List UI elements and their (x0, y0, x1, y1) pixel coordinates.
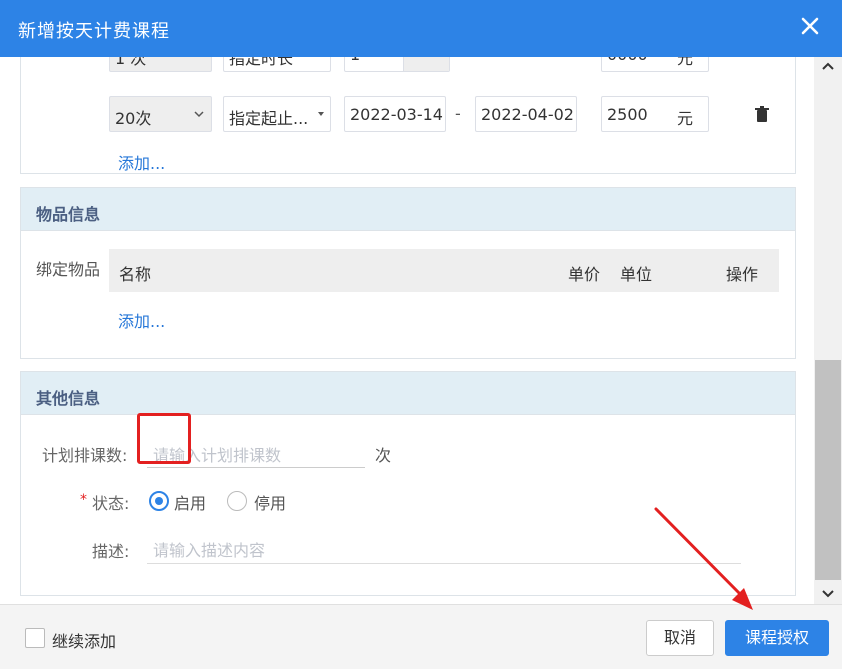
goods-section-header: 物品信息 (21, 188, 795, 231)
mode-select[interactable]: 指定起止... (223, 96, 331, 132)
dialog-footer: 继续添加 取消 课程授权 (0, 604, 842, 669)
scroll-down-icon[interactable] (820, 585, 836, 601)
add-price-link[interactable]: 添加... (118, 150, 165, 174)
duration-stepper[interactable] (403, 57, 449, 71)
goods-section-title: 物品信息 (36, 205, 101, 224)
close-icon[interactable] (798, 14, 822, 38)
status-enable-radio[interactable] (149, 491, 169, 511)
end-date-input[interactable]: 2022-04-02 (475, 96, 577, 132)
highlight-box (137, 413, 191, 464)
plan-count-label: 计划排课数: (42, 446, 128, 465)
description-input[interactable]: 请输入描述内容 (147, 528, 741, 564)
start-date-input[interactable]: 2022-03-14 (344, 96, 446, 132)
price-input[interactable]: 0000 元 (601, 57, 709, 72)
count-select[interactable]: 1 次 (109, 57, 212, 72)
other-section-header: 其他信息 (21, 372, 795, 415)
dialog-titlebar: 新增按天计费课程 (0, 0, 842, 57)
column-header-action: 操作 (726, 265, 759, 284)
cancel-button[interactable]: 取消 (646, 620, 714, 656)
other-info-panel: 其他信息 计划排课数: 请输入计划排课数 次 * 状态: 启用 停用 描述: 请… (20, 371, 796, 596)
required-mark: * (80, 492, 87, 508)
status-disable-radio[interactable] (227, 491, 247, 511)
add-goods-link[interactable]: 添加... (118, 308, 165, 332)
date-separator: - (455, 104, 461, 123)
continue-add-label[interactable]: 继续添加 (52, 628, 116, 652)
price-panel: 1 次 指定时长 1 0000 元 20次 指定起止... (20, 57, 796, 174)
scrollbar-thumb[interactable] (815, 360, 841, 580)
price-value: 0000 (607, 57, 648, 64)
other-section-title: 其他信息 (36, 389, 101, 408)
mode-value: 指定起止... (229, 109, 309, 128)
price-unit: 元 (677, 57, 694, 68)
description-label: 描述: (92, 542, 130, 561)
caret-down-icon (318, 112, 324, 116)
course-authorize-button[interactable]: 课程授权 (725, 620, 829, 656)
duration-value: 1 (350, 57, 360, 64)
bind-goods-label: 绑定物品 (36, 260, 101, 279)
trash-icon[interactable] (754, 106, 770, 124)
end-date-value: 2022-04-02 (481, 105, 574, 124)
status-disable-label[interactable]: 停用 (254, 490, 286, 514)
status-enable-label[interactable]: 启用 (174, 490, 206, 514)
count-select[interactable]: 20次 (109, 96, 212, 132)
status-label: 状态: (92, 494, 130, 513)
dialog-title: 新增按天计费课程 (18, 21, 170, 42)
vertical-scrollbar[interactable] (814, 57, 842, 604)
goods-panel: 物品信息 绑定物品 名称 单价 单位 操作 添加... (20, 187, 796, 359)
column-header-name: 名称 (119, 265, 152, 284)
duration-input[interactable]: 1 (344, 57, 450, 72)
price-input[interactable]: 2500 元 (601, 96, 709, 132)
scroll-up-icon[interactable] (820, 59, 836, 75)
chevron-down-icon (194, 111, 204, 118)
mode-value: 指定时长 (229, 57, 294, 68)
start-date-value: 2022-03-14 (350, 105, 443, 124)
column-header-price: 单价 (568, 265, 601, 284)
trash-icon[interactable] (754, 57, 770, 58)
price-value: 2500 (607, 105, 648, 124)
description-placeholder: 请输入描述内容 (153, 541, 266, 560)
plan-count-unit: 次 (375, 446, 392, 465)
mode-select[interactable]: 指定时长 (223, 57, 331, 72)
dialog-body: 1 次 指定时长 1 0000 元 20次 指定起止... (0, 57, 814, 604)
count-value: 20次 (115, 109, 152, 128)
continue-add-checkbox[interactable] (25, 628, 45, 648)
count-value: 1 次 (115, 57, 147, 68)
goods-table-header: 名称 单价 单位 操作 (109, 249, 779, 292)
price-unit: 元 (677, 109, 694, 128)
column-header-unit: 单位 (620, 265, 653, 284)
